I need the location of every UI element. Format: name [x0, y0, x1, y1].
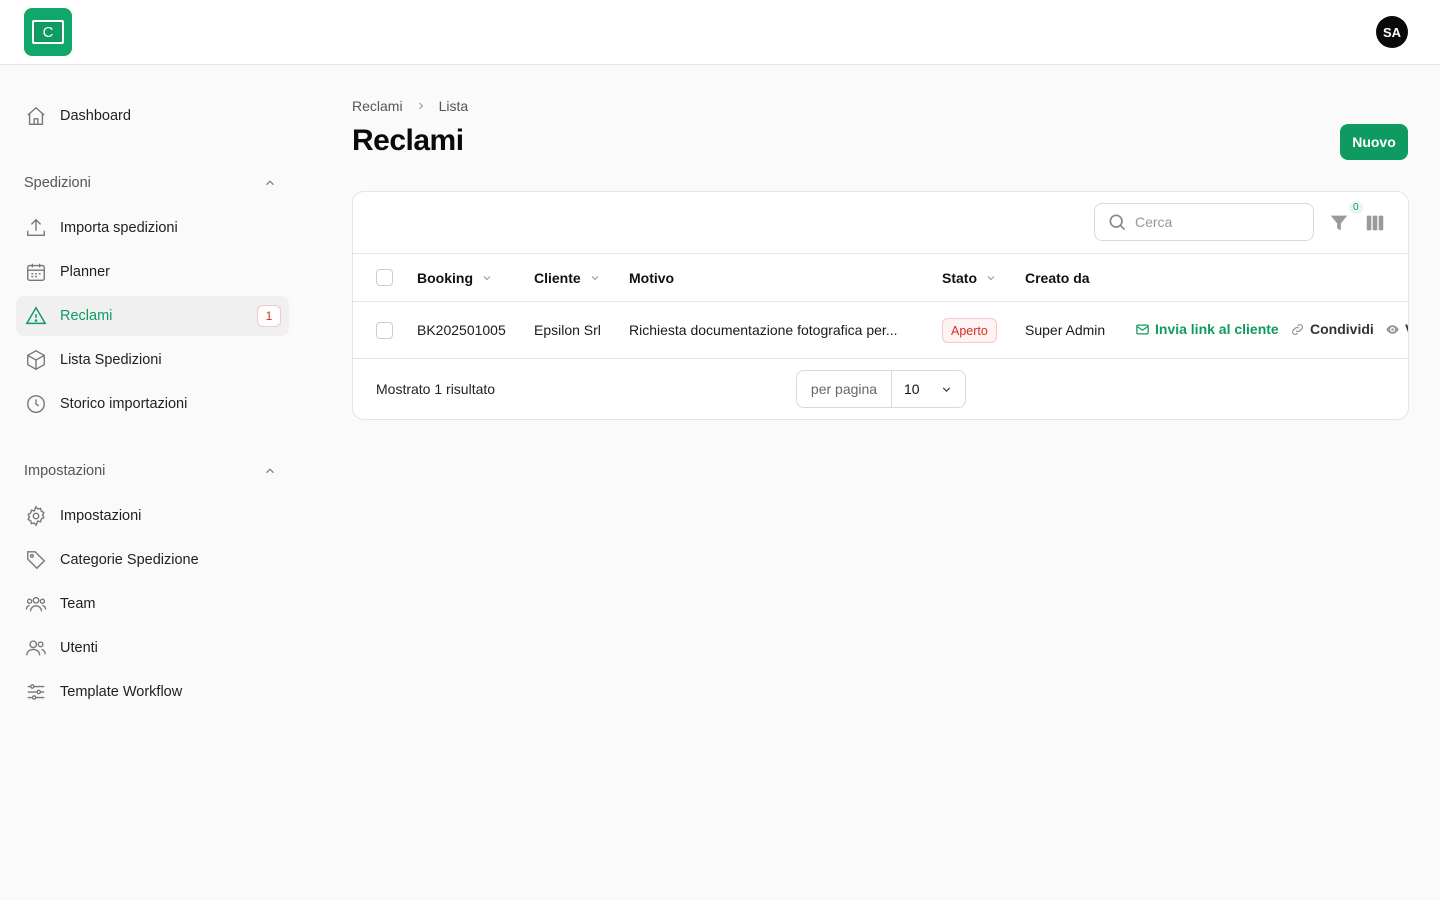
- send-link-button[interactable]: Invia link al cliente: [1135, 321, 1279, 337]
- chevron-down-icon: [987, 276, 995, 281]
- sidebar-item-label: Reclami: [60, 308, 113, 324]
- sidebar-item-dashboard[interactable]: Dashboard: [16, 96, 289, 136]
- filter-count-badge: 0: [1349, 201, 1363, 214]
- per-page-value: 10: [904, 381, 920, 397]
- sidebar-item-label: Planner: [60, 264, 110, 280]
- action-label: V: [1405, 321, 1408, 337]
- sidebar-item-label: Utenti: [60, 640, 98, 656]
- clock-icon: [24, 392, 48, 416]
- column-label: Stato: [942, 270, 977, 286]
- search-icon: [1109, 214, 1126, 231]
- column-status[interactable]: Stato: [942, 270, 997, 286]
- sidebar-item-settings[interactable]: Impostazioni: [16, 496, 289, 536]
- row-checkbox[interactable]: [376, 322, 393, 339]
- sidebar-item-label: Lista Spedizioni: [60, 352, 162, 368]
- warning-icon: [24, 304, 48, 328]
- action-label: Condividi: [1310, 321, 1374, 337]
- column-label: Booking: [417, 270, 473, 286]
- breadcrumb-root[interactable]: Reclami: [352, 98, 403, 114]
- select-all-checkbox[interactable]: [376, 269, 393, 286]
- per-page-select[interactable]: 10: [892, 371, 965, 407]
- view-button[interactable]: V: [1385, 321, 1408, 337]
- calendar-icon: [24, 260, 48, 284]
- results-count: Mostrato 1 risultato: [376, 381, 496, 397]
- search-input[interactable]: [1135, 214, 1295, 230]
- column-created-by: Creato da: [1025, 270, 1090, 286]
- team-icon: [24, 592, 48, 616]
- cell-reason: Richiesta documentazione fotografica per…: [629, 322, 898, 338]
- tag-icon: [24, 548, 48, 572]
- column-label: Motivo: [629, 270, 675, 286]
- column-reason: Motivo: [629, 270, 674, 286]
- cell-booking: BK202501005: [417, 322, 506, 338]
- home-icon: [24, 104, 48, 128]
- table-header: Booking Cliente Motivo Stato Creato da: [353, 253, 1408, 302]
- column-client[interactable]: Cliente: [534, 270, 601, 286]
- sidebar-item-team[interactable]: Team: [16, 584, 289, 624]
- logo-letter: C: [32, 20, 64, 44]
- chevron-down-icon: [942, 387, 951, 392]
- cell-created-by: Super Admin: [1025, 322, 1106, 338]
- app-logo[interactable]: C: [24, 8, 72, 56]
- link-icon: [1292, 323, 1303, 335]
- chevron-down-icon: [591, 276, 599, 281]
- filter-icon[interactable]: [1328, 212, 1350, 234]
- sidebar-item-import[interactable]: Importa spedizioni: [16, 208, 289, 248]
- column-label: Creato da: [1025, 270, 1090, 286]
- sidebar-group-settings[interactable]: Impostazioni: [24, 463, 105, 479]
- chevron-right-icon: [418, 102, 423, 110]
- upload-icon: [24, 216, 48, 240]
- notification-badge: 1: [257, 305, 281, 327]
- user-avatar[interactable]: SA: [1376, 16, 1408, 48]
- columns-icon[interactable]: [1364, 212, 1386, 234]
- share-button[interactable]: Condividi: [1290, 321, 1374, 337]
- sidebar-item-users[interactable]: Utenti: [16, 628, 289, 668]
- sidebar-item-label: Storico importazioni: [60, 396, 188, 412]
- mail-icon: [1136, 324, 1149, 334]
- status-badge: Aperto: [942, 318, 997, 343]
- gear-icon: [24, 504, 48, 528]
- sidebar-item-label: Categorie Spedizione: [60, 552, 199, 568]
- top-bar: C SA: [0, 0, 1440, 65]
- new-button[interactable]: Nuovo: [1340, 124, 1408, 160]
- sidebar-item-label: Dashboard: [60, 108, 131, 124]
- table-row[interactable]: BK202501005 Epsilon Srl Richiesta docume…: [353, 302, 1408, 359]
- sidebar-item-categories[interactable]: Categorie Spedizione: [16, 540, 289, 580]
- sidebar-item-reclami[interactable]: Reclami 1: [16, 296, 289, 336]
- page-title: Reclami: [352, 124, 464, 157]
- sidebar-item-template-workflow[interactable]: Template Workflow: [16, 672, 289, 712]
- per-page-label: per pagina: [797, 371, 892, 407]
- sidebar-item-label: Impostazioni: [60, 508, 142, 524]
- sidebar-group-shipments[interactable]: Spedizioni: [24, 175, 91, 191]
- breadcrumb-current: Lista: [438, 98, 469, 114]
- column-booking[interactable]: Booking: [417, 270, 493, 286]
- breadcrumb: Reclami Lista: [352, 98, 468, 114]
- cell-client: Epsilon Srl: [534, 322, 601, 338]
- sidebar-item-import-history[interactable]: Storico importazioni: [16, 384, 289, 424]
- eye-icon: [1386, 324, 1399, 334]
- sidebar: Dashboard Spedizioni Importa spedizioni …: [0, 65, 305, 900]
- chevron-up-icon[interactable]: [263, 464, 277, 478]
- sidebar-item-label: Team: [60, 596, 96, 612]
- chevron-up-icon[interactable]: [263, 176, 277, 190]
- table-card: 0 Booking Cliente Motivo Stato Creato da…: [352, 191, 1409, 420]
- per-page-control[interactable]: per pagina 10: [796, 370, 966, 408]
- sidebar-item-shipment-list[interactable]: Lista Spedizioni: [16, 340, 289, 380]
- chevron-down-icon: [483, 276, 491, 281]
- users-icon: [24, 636, 48, 660]
- column-label: Cliente: [534, 270, 581, 286]
- sliders-icon: [24, 680, 48, 704]
- action-label: Invia link al cliente: [1155, 321, 1279, 337]
- sidebar-item-planner[interactable]: Planner: [16, 252, 289, 292]
- sidebar-item-label: Importa spedizioni: [60, 220, 178, 236]
- sidebar-item-label: Template Workflow: [60, 684, 183, 700]
- search-box[interactable]: [1094, 203, 1314, 241]
- table-footer: Mostrato 1 risultato per pagina 10: [353, 360, 1408, 419]
- box-icon: [24, 348, 48, 372]
